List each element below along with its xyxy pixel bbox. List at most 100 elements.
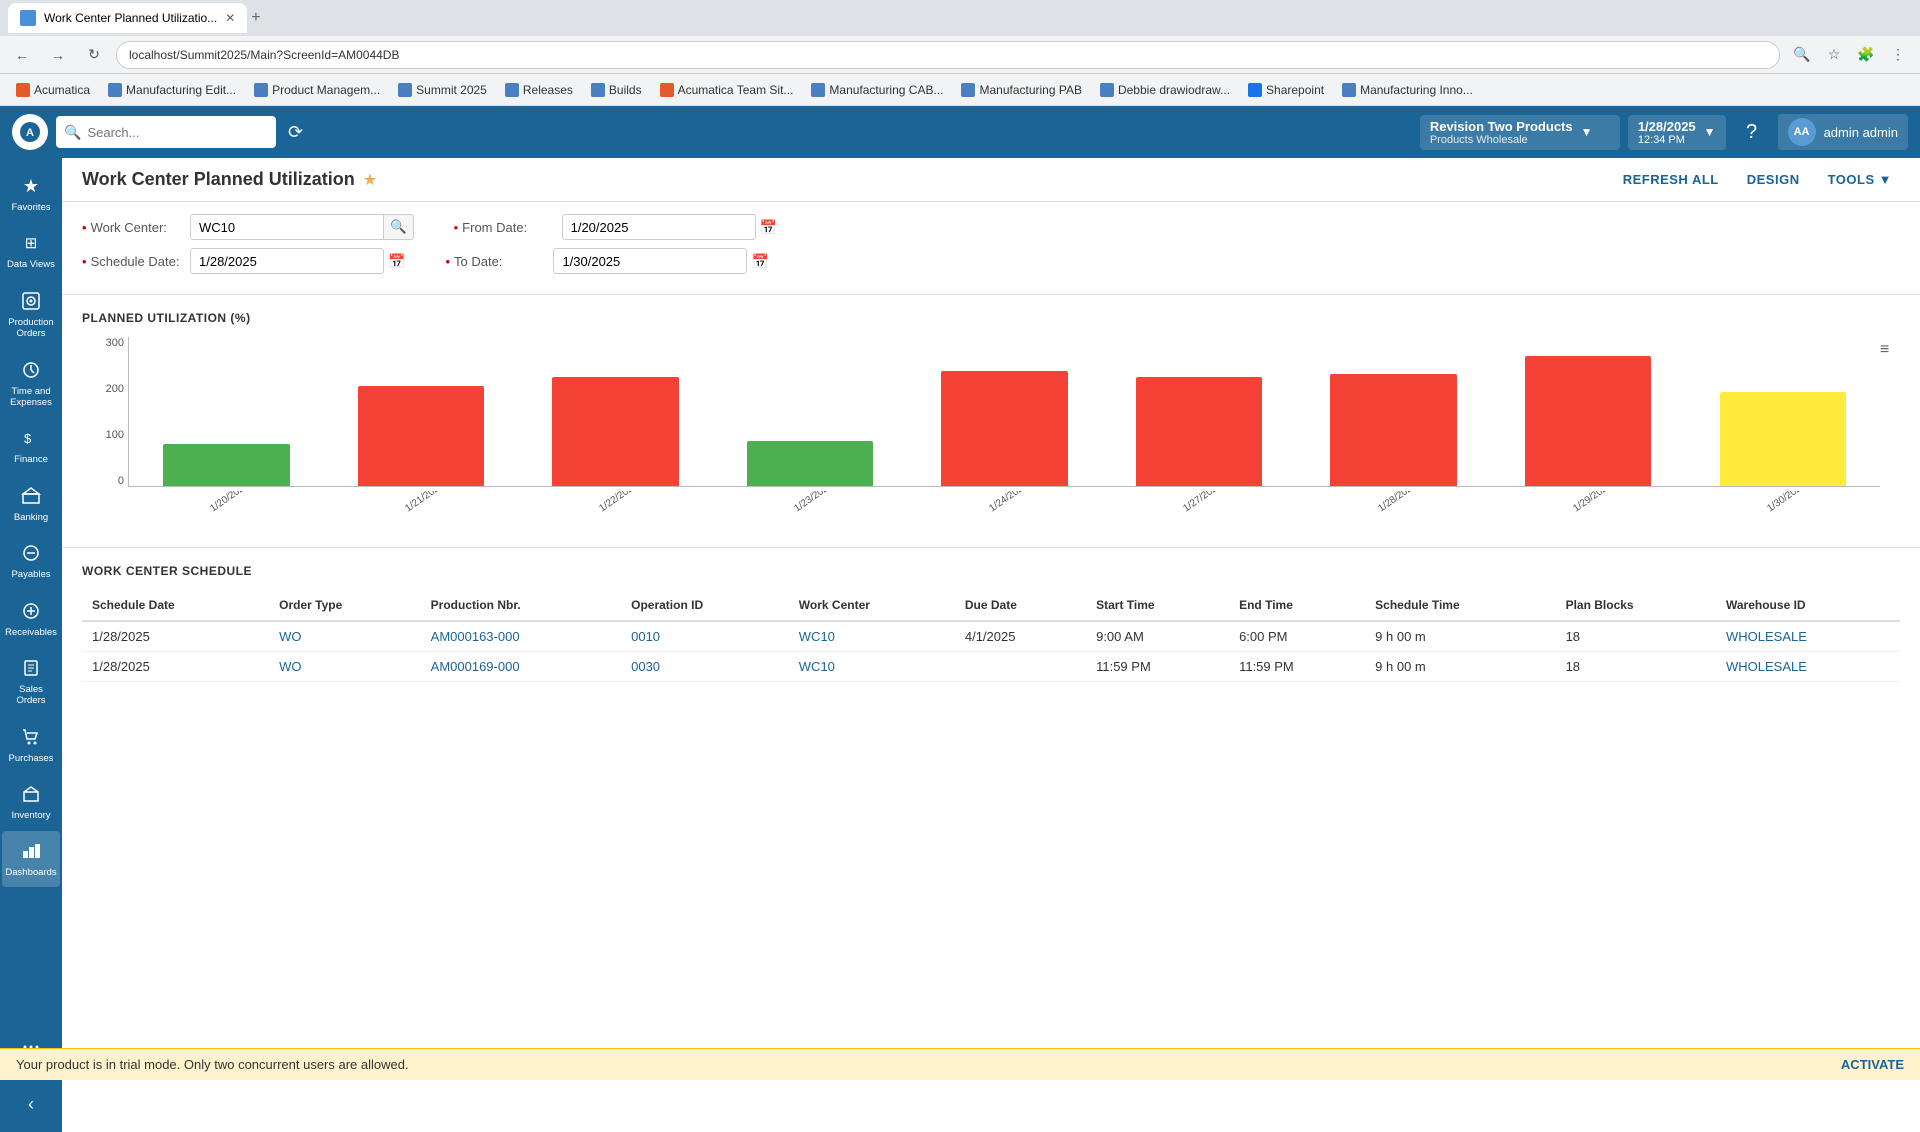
bookmark-acumatica[interactable]: Acumatica	[8, 80, 98, 100]
work-center-search-button[interactable]: 🔍	[384, 214, 414, 240]
collapse-icon: ‹	[19, 1092, 43, 1116]
bookmark-acumatica-team[interactable]: Acumatica Team Sit...	[652, 80, 802, 100]
tab-close-icon[interactable]: ✕	[225, 11, 235, 25]
schedule-date-field: Schedule Date: 📅	[82, 248, 405, 274]
col-order-type: Order Type	[269, 590, 421, 621]
bookmark-mfg-inno[interactable]: Manufacturing Inno...	[1334, 80, 1481, 100]
sidebar-item-finance[interactable]: $ Finance	[2, 418, 60, 473]
cell-due-date-1: 4/1/2025	[955, 621, 1086, 652]
design-button[interactable]: DESIGN	[1739, 168, 1808, 191]
chart-title: PLANNED UTILIZATION (%)	[82, 311, 1900, 325]
schedule-date-calendar-icon[interactable]: 📅	[388, 253, 405, 270]
activate-button[interactable]: ACTIVATE	[1841, 1057, 1904, 1072]
sidebar-item-favorites[interactable]: ★ Favorites	[2, 166, 60, 221]
datetime-selector[interactable]: 1/28/2025 12:34 PM ▼	[1628, 115, 1726, 150]
sidebar-label-finance: Finance	[14, 454, 48, 465]
work-center-link-2[interactable]: WC10	[799, 659, 835, 674]
bar-col-1-27	[1102, 337, 1297, 486]
new-tab-button[interactable]: +	[251, 9, 260, 27]
from-date-input[interactable]	[562, 214, 756, 240]
bar-col-1-22	[518, 337, 713, 486]
bookmark-sharepoint[interactable]: Sharepoint	[1240, 80, 1332, 100]
bookmark-icon[interactable]: ☆	[1820, 41, 1848, 69]
operation-id-link-2[interactable]: 0030	[631, 659, 660, 674]
table-row: 1/28/2025 WO AM000163-000 0010 WC10 4/1/…	[82, 621, 1900, 652]
to-date-label: To Date:	[445, 254, 545, 269]
help-button[interactable]: ?	[1734, 114, 1770, 150]
bookmark-debbie[interactable]: Debbie drawiodraw...	[1092, 80, 1238, 100]
order-type-link-2[interactable]: WO	[279, 659, 301, 674]
topbar-refresh-button[interactable]: ⟳	[284, 118, 307, 147]
bookmark-builds[interactable]: Builds	[583, 80, 650, 100]
app-logo[interactable]: A	[12, 114, 48, 150]
sidebar-item-inventory[interactable]: Inventory	[2, 774, 60, 829]
bookmark-mfg-pab-label: Manufacturing PAB	[979, 83, 1082, 97]
production-nbr-link-1[interactable]: AM000163-000	[431, 629, 520, 644]
warehouse-link-2[interactable]: WHOLESALE	[1726, 659, 1807, 674]
app-container: ★ Favorites ⊞ Data Views Production Orde…	[0, 158, 1920, 1132]
chart-legend-toggle[interactable]: ≡	[1880, 337, 1900, 531]
sidebar-item-purchases[interactable]: Purchases	[2, 717, 60, 772]
bookmark-summit2025[interactable]: Summit 2025	[390, 80, 495, 100]
from-date-calendar-icon[interactable]: 📅	[760, 219, 777, 236]
header-actions: REFRESH ALL DESIGN TOOLS ▼	[1615, 168, 1900, 191]
bookmark-releases[interactable]: Releases	[497, 80, 581, 100]
cell-production-nbr-2: AM000169-000	[421, 652, 621, 682]
sidebar-label-receivables: Receivables	[5, 627, 57, 638]
bookmark-mfg-cab-label: Manufacturing CAB...	[829, 83, 943, 97]
refresh-button[interactable]: ↻	[80, 41, 108, 69]
bookmark-mfg-pab[interactable]: Manufacturing PAB	[953, 80, 1090, 100]
sidebar-item-sales-orders[interactable]: Sales Orders	[2, 648, 60, 715]
sidebar-item-receivables[interactable]: Receivables	[2, 591, 60, 646]
bookmark-mfg-edit[interactable]: Manufacturing Edit...	[100, 80, 244, 100]
extension-icon[interactable]: 🧩	[1852, 41, 1880, 69]
bar-col-1-21	[324, 337, 519, 486]
sidebar-item-production-orders[interactable]: Production Orders	[2, 281, 60, 348]
work-center-input[interactable]	[190, 214, 384, 240]
search-input[interactable]	[87, 125, 268, 140]
browser-tab[interactable]: Work Center Planned Utilizatio... ✕	[8, 3, 247, 33]
schedule-date-input[interactable]	[190, 248, 384, 274]
app-topbar: A 🔍 ⟳ Revision Two Products Products Who…	[0, 106, 1920, 158]
back-button[interactable]: ←	[8, 41, 36, 69]
production-nbr-link-2[interactable]: AM000169-000	[431, 659, 520, 674]
warehouse-link-1[interactable]: WHOLESALE	[1726, 629, 1807, 644]
sidebar-item-dashboards[interactable]: Dashboards	[2, 831, 60, 886]
cell-schedule-date-1: 1/28/2025	[82, 621, 269, 652]
tools-button[interactable]: TOOLS ▼	[1820, 168, 1900, 191]
bookmark-mfg-cab[interactable]: Manufacturing CAB...	[803, 80, 951, 100]
bookmark-mfg-edit-label: Manufacturing Edit...	[126, 83, 236, 97]
purchases-icon	[19, 725, 43, 749]
bar-col-1-28	[1296, 337, 1491, 486]
x-label-1-29: 1/29/2025	[1508, 491, 1690, 531]
to-date-calendar-icon[interactable]: 📅	[751, 253, 768, 270]
bookmark-releases-label: Releases	[523, 83, 573, 97]
sidebar-item-data-views[interactable]: ⊞ Data Views	[2, 223, 60, 278]
user-info[interactable]: AA admin admin	[1778, 114, 1908, 150]
to-date-input[interactable]	[553, 248, 747, 274]
search-box[interactable]: 🔍	[56, 116, 276, 148]
order-type-link-1[interactable]: WO	[279, 629, 301, 644]
menu-icon[interactable]: ⋮	[1884, 41, 1912, 69]
col-plan-blocks: Plan Blocks	[1556, 590, 1716, 621]
address-bar[interactable]: localhost/Summit2025/Main?ScreenId=AM004…	[116, 41, 1780, 69]
work-center-link-1[interactable]: WC10	[799, 629, 835, 644]
table-row: 1/28/2025 WO AM000169-000 0030 WC10 11:5…	[82, 652, 1900, 682]
bar-1-20	[163, 444, 289, 486]
operation-id-link-1[interactable]: 0010	[631, 629, 660, 644]
sidebar-item-banking[interactable]: Banking	[2, 476, 60, 531]
forward-button[interactable]: →	[44, 41, 72, 69]
sidebar-item-payables[interactable]: Payables	[2, 533, 60, 588]
sidebar-item-time-expenses[interactable]: Time and Expenses	[2, 350, 60, 417]
x-label-1-30: 1/30/2025	[1703, 491, 1880, 531]
refresh-all-button[interactable]: REFRESH ALL	[1615, 168, 1727, 191]
sidebar-item-collapse[interactable]: ‹	[2, 1084, 60, 1124]
zoom-icon[interactable]: 🔍	[1788, 41, 1816, 69]
bookmark-product-mgmt[interactable]: Product Managem...	[246, 80, 388, 100]
status-bar: Your product is in trial mode. Only two …	[0, 1048, 1920, 1080]
datetime-date: 1/28/2025	[1638, 119, 1696, 134]
company-selector[interactable]: Revision Two Products Products Wholesale…	[1420, 115, 1620, 150]
user-name: admin admin	[1824, 125, 1898, 140]
legend-icon[interactable]: ≡	[1880, 341, 1889, 359]
favorite-star-icon[interactable]: ★	[363, 170, 377, 190]
